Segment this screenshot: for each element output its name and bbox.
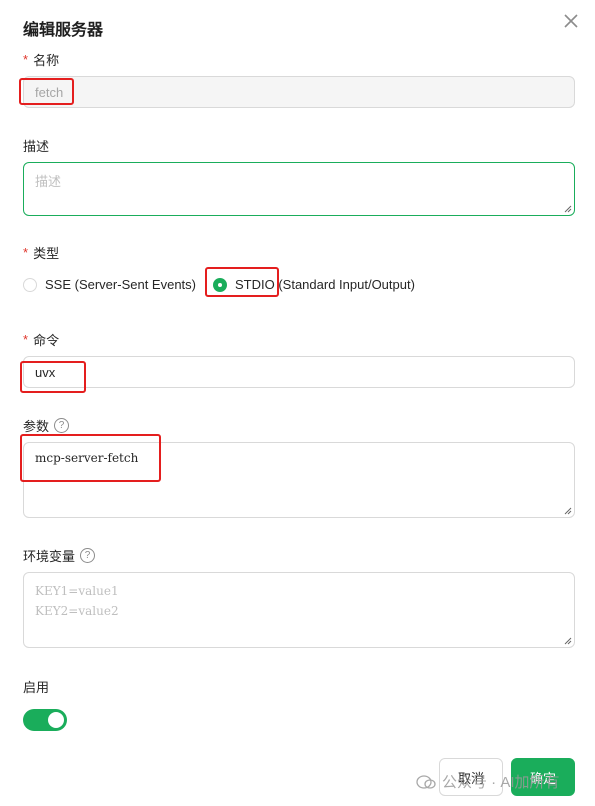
enabled-label-text: 启用 (23, 680, 50, 695)
toggle-knob (48, 712, 64, 728)
radio-sse[interactable]: SSE (Server-Sent Events) (23, 277, 196, 292)
resize-handle-icon[interactable] (564, 205, 572, 213)
type-label: * 类型 (23, 243, 59, 262)
command-label-text: 命令 (33, 333, 60, 348)
resize-handle-icon[interactable] (564, 507, 572, 515)
args-label-text: 参数 (23, 419, 50, 434)
env-label-text: 环境变量 (23, 549, 76, 564)
radio-stdio[interactable]: STDIO (Standard Input/Output) (213, 277, 415, 292)
enabled-toggle[interactable] (23, 709, 67, 731)
env-placeholder-line2: KEY2=value2 (35, 604, 119, 618)
description-label: 描述 (23, 136, 49, 155)
env-textarea[interactable]: KEY1=value1 KEY2=value2 (23, 572, 575, 648)
args-label: 参数 ? (23, 416, 70, 435)
close-icon[interactable] (562, 12, 580, 30)
name-input: fetch (23, 76, 575, 108)
args-textarea[interactable]: mcp-server-fetch (23, 442, 575, 518)
description-placeholder: 描述 (35, 174, 62, 189)
enabled-label: 启用 (23, 677, 49, 696)
required-mark: * (23, 52, 29, 67)
watermark-text: 公众号 · AI加所有 (442, 774, 560, 791)
radio-circle[interactable] (23, 277, 37, 292)
name-label-text: 名称 (33, 53, 60, 68)
description-label-text: 描述 (23, 139, 50, 154)
wechat-icon (416, 774, 436, 789)
description-textarea[interactable]: 描述 (23, 162, 575, 216)
question-circle-icon[interactable]: ? (80, 548, 96, 563)
question-circle-icon[interactable]: ? (54, 418, 70, 433)
radio-stdio-label: STDIO (Standard Input/Output) (235, 277, 415, 292)
args-value: mcp-server-fetch (35, 451, 139, 465)
command-input-value: uvx (35, 364, 56, 380)
name-label: * 名称 (23, 50, 59, 69)
dialog-title: 编辑服务器 (23, 22, 104, 39)
command-label: * 命令 (23, 330, 59, 349)
type-radio-group: SSE (Server-Sent Events) STDIO (Standard… (23, 277, 415, 292)
resize-handle-icon[interactable] (564, 637, 572, 645)
env-label: 环境变量 ? (23, 546, 96, 565)
name-input-value: fetch (35, 84, 64, 100)
watermark: 公众号 · AI加所有 (416, 771, 560, 792)
required-mark: * (23, 332, 29, 347)
command-input[interactable]: uvx (23, 356, 575, 388)
env-placeholder-line1: KEY1=value1 (35, 584, 119, 598)
type-label-text: 类型 (33, 246, 60, 261)
radio-sse-label: SSE (Server-Sent Events) (45, 277, 196, 292)
radio-circle[interactable] (213, 277, 227, 292)
required-mark: * (23, 245, 29, 260)
